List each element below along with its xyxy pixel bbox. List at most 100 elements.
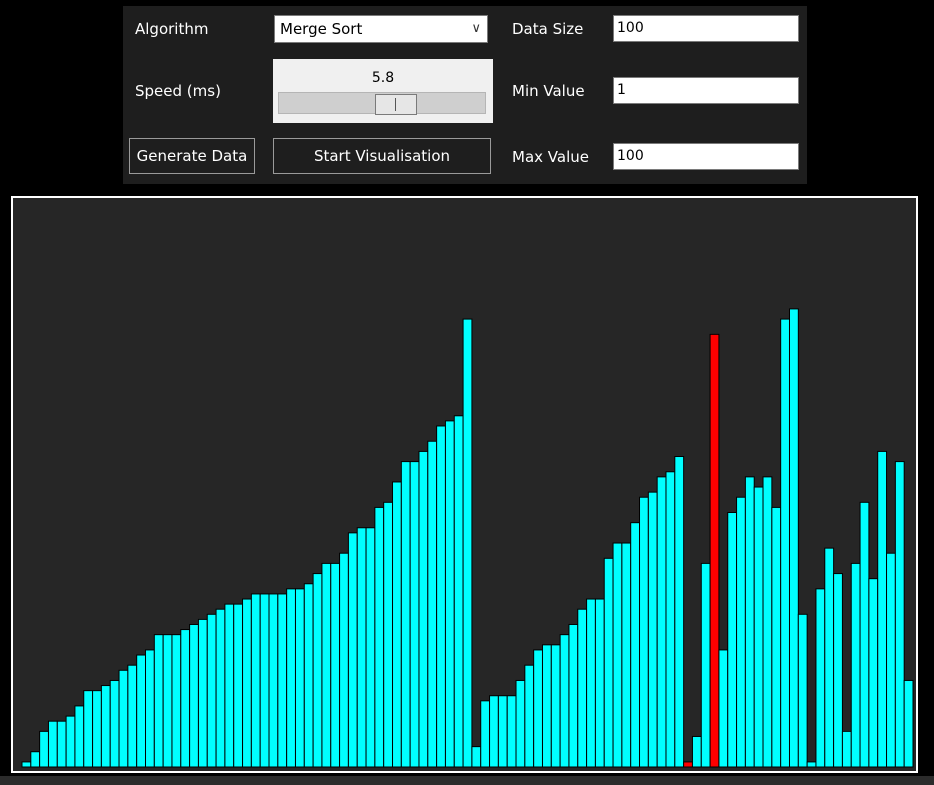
bar [886, 552, 896, 768]
bar [841, 730, 852, 768]
bar [92, 690, 102, 768]
bar [233, 603, 244, 768]
window-bottom-edge [0, 776, 934, 785]
bar [347, 532, 358, 768]
bar [533, 649, 543, 768]
bar [153, 634, 164, 768]
bar [877, 450, 888, 768]
bar [577, 608, 588, 768]
speed-slider[interactable]: 5.8 [273, 59, 493, 123]
bar [497, 695, 508, 768]
bar [250, 593, 261, 768]
bar [224, 603, 235, 768]
bar [771, 506, 782, 768]
bar [21, 761, 32, 768]
start-visualisation-button[interactable]: Start Visualisation [273, 138, 491, 174]
bar [621, 542, 632, 768]
bar [665, 471, 676, 768]
bar [453, 415, 464, 768]
bar [506, 695, 517, 768]
bar [559, 634, 570, 768]
slider-grip-icon [395, 98, 396, 111]
generate-data-button[interactable]: Generate Data [129, 138, 255, 174]
bar [674, 456, 685, 768]
bar [718, 649, 729, 768]
bar [330, 562, 341, 768]
bar [215, 608, 226, 768]
bar [47, 720, 58, 768]
min-value-label: Min Value [512, 82, 585, 100]
bar [294, 588, 305, 768]
bar [162, 634, 173, 768]
data-size-input[interactable]: 100 [613, 15, 799, 42]
bar [515, 679, 526, 768]
bar [365, 527, 376, 768]
bar [524, 664, 535, 768]
bar [109, 679, 120, 768]
bar [480, 700, 491, 768]
algorithm-selected-value: Merge Sort [280, 20, 363, 38]
bar [180, 629, 191, 768]
bar [444, 420, 455, 768]
data-size-label: Data Size [512, 20, 584, 38]
bar [833, 573, 843, 768]
algorithm-label: Algorithm [135, 20, 209, 38]
bar [568, 623, 579, 768]
bar-chart [21, 308, 914, 768]
bar [824, 547, 835, 768]
bar [65, 715, 76, 768]
bar [118, 669, 129, 768]
speed-slider-value: 5.8 [371, 70, 395, 86]
bar [189, 623, 199, 768]
bar [797, 613, 808, 768]
bar [277, 593, 288, 768]
bar [383, 501, 394, 768]
bar [868, 578, 879, 768]
bar [541, 644, 552, 768]
bar [312, 573, 323, 768]
bar [789, 308, 799, 768]
bar [339, 552, 349, 768]
bar [462, 318, 473, 768]
bar [409, 461, 420, 768]
speed-slider-thumb[interactable] [375, 94, 417, 115]
bar [427, 440, 438, 768]
bar [74, 705, 85, 768]
bar [691, 735, 702, 768]
max-value-input[interactable]: 100 [613, 143, 799, 170]
bar [727, 512, 738, 768]
bar [903, 679, 914, 768]
bar [656, 476, 667, 768]
bar [736, 496, 746, 768]
speed-label: Speed (ms) [135, 82, 221, 100]
bar [286, 588, 296, 768]
control-panel: Algorithm Merge Sort ∨ Speed (ms) 5.8 Ge… [123, 6, 807, 184]
bar [780, 318, 790, 768]
min-value-input[interactable]: 1 [613, 77, 799, 104]
bar [268, 593, 279, 768]
bar [171, 634, 182, 768]
bar [56, 720, 67, 768]
chevron-down-icon: ∨ [471, 21, 481, 36]
bar [859, 501, 870, 768]
bar [700, 562, 711, 768]
bar [197, 618, 208, 768]
bar [39, 730, 49, 768]
max-value-label: Max Value [512, 148, 589, 166]
bar [145, 649, 155, 768]
bar [647, 491, 658, 768]
bar [321, 562, 332, 768]
bar [400, 461, 411, 768]
bar [586, 598, 596, 768]
bar [603, 557, 614, 768]
bar [612, 542, 623, 768]
bar [418, 450, 429, 768]
bar [762, 476, 773, 768]
algorithm-dropdown[interactable]: Merge Sort ∨ [274, 15, 488, 43]
bar [850, 562, 861, 768]
bar [471, 746, 482, 768]
bar [815, 588, 826, 768]
bar [630, 522, 641, 768]
bar [639, 496, 649, 768]
visualisation-canvas [11, 196, 918, 773]
